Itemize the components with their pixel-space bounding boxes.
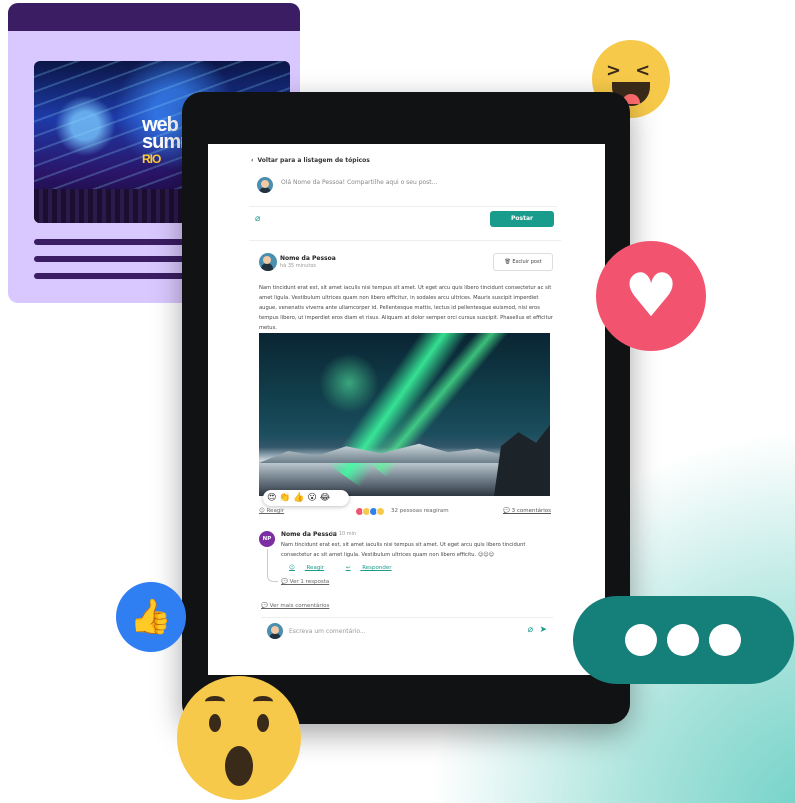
send-icon[interactable]: ➤ — [539, 625, 547, 635]
back-link-label: Voltar para a listagem de tópicos — [257, 157, 370, 164]
tablet-device: ‹ Voltar para a listagem de tópicos Olá N… — [182, 92, 630, 724]
comment-timestamp: há 10 min — [331, 531, 357, 537]
eyebrow — [205, 696, 225, 707]
composer-placeholder: Olá Nome da Pessoa! Compartilhe aqui o s… — [281, 179, 438, 186]
surprised-emoji-icon — [177, 676, 301, 800]
commenter-avatar: NP — [259, 531, 275, 547]
comments-count-label: 3 comentários — [511, 508, 551, 514]
thumbs-up-icon: 👍 — [129, 597, 173, 637]
comment-actions: ☺ Reagir ↩ Responder — [289, 565, 412, 571]
comment-react-button[interactable]: ☺ Reagir — [289, 565, 334, 571]
post-image-aurora[interactable] — [259, 333, 550, 496]
delete-post-button[interactable]: 🗑 Excluir post — [493, 253, 553, 271]
comment-item: NP Nome da Pessoa há 10 min Nam tincidun… — [259, 531, 551, 591]
commenter-name: Nome da Pessoa — [281, 531, 337, 538]
comment-react-label: Reagir — [306, 565, 325, 571]
tablet-screen: ‹ Voltar para a listagem de tópicos Olá N… — [208, 144, 605, 675]
trash-icon: 🗑 — [504, 259, 511, 265]
reaction-picker[interactable]: 😍 👏 👍 😮 😂 — [263, 490, 349, 506]
thread-connector — [267, 549, 278, 582]
react-label: Reagir — [266, 508, 285, 514]
ellipsis-icon — [625, 624, 751, 660]
comment-reply-label: Responder — [362, 565, 392, 571]
comment-input[interactable]: Escreva um comentário... ➤ ⌀ — [261, 617, 553, 644]
smile-icon: ☺ — [289, 565, 295, 571]
avatar — [257, 177, 273, 193]
typing-chat-bubble — [573, 596, 794, 684]
paperclip-icon[interactable]: ⌀ — [255, 214, 260, 224]
post-timestamp: há 35 minutos — [280, 263, 316, 269]
comments-count-link[interactable]: 💬 3 comentários — [503, 508, 551, 514]
post-author-name: Nome da Pessoa — [280, 255, 336, 262]
post-composer[interactable]: Olá Nome da Pessoa! Compartilhe aqui o s… — [249, 168, 557, 207]
heart-reaction-bubble: ♥ — [596, 241, 706, 351]
comment-reply-button[interactable]: ↩ Responder — [346, 565, 402, 571]
avatar — [267, 623, 283, 639]
react-button[interactable]: ☺ Reagir — [259, 508, 284, 514]
reaction-summary-icons — [355, 507, 385, 518]
laughing-eyes: >< — [606, 60, 665, 81]
heart-icon: ♥ — [624, 261, 678, 331]
view-replies-label: Ver 1 resposta — [289, 579, 330, 585]
delete-post-label: Excluir post — [512, 259, 542, 265]
avatar — [259, 253, 277, 271]
back-to-topics-link[interactable]: ‹ Voltar para a listagem de tópicos — [251, 157, 370, 164]
post-button[interactable]: Postar — [490, 211, 554, 227]
wow-reaction-icon — [376, 507, 385, 516]
composer-actions: ⌀ Postar — [249, 211, 554, 229]
post-body-text: Nam tincidunt erat est, sit amet iaculis… — [259, 285, 553, 331]
eyebrow — [253, 696, 273, 707]
post-card: Nome da Pessoa há 35 minutos 🗑 Excluir p… — [249, 240, 561, 661]
comment-placeholder: Escreva um comentário... — [289, 628, 366, 635]
people-reacted-count[interactable]: 32 pessoas reagiram — [391, 508, 449, 514]
more-comments-link[interactable]: 💬 Ver mais comentários — [261, 603, 329, 609]
eye — [209, 714, 221, 732]
like-reaction-bubble: 👍 — [116, 582, 186, 652]
event-card-header-bar — [8, 3, 300, 31]
view-replies-link[interactable]: 💬 Ver 1 resposta — [281, 579, 329, 585]
chevron-left-icon: ‹ — [251, 157, 254, 164]
post-reaction-row: ☺ Reagir 32 pessoas reagiram 💬 3 comentá… — [259, 507, 551, 520]
eye — [257, 714, 269, 732]
reply-icon: ↩ — [345, 565, 351, 571]
more-comments-label: Ver mais comentários — [269, 603, 330, 609]
comment-text: Nam tincidunt erat est, sit amet iaculis… — [281, 542, 526, 558]
paperclip-icon[interactable]: ⌀ — [528, 625, 533, 635]
open-mouth — [225, 746, 253, 786]
